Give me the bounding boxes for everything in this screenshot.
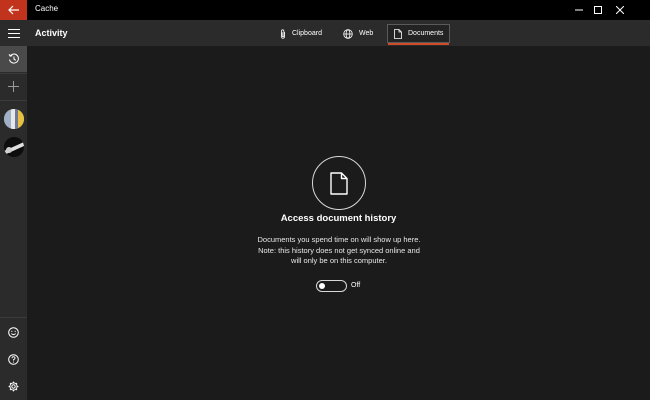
history-button[interactable]	[0, 46, 27, 72]
arrow-left-icon	[7, 5, 19, 15]
menu-button[interactable]	[0, 20, 27, 46]
empty-state-heading: Access document history	[280, 213, 397, 224]
app-title: Cache	[35, 4, 59, 13]
tab-documents[interactable]: Documents	[387, 24, 451, 45]
globe-icon	[343, 28, 353, 39]
tab-selected-indicator	[388, 43, 450, 45]
tab-label: Clipboard	[292, 30, 322, 37]
document-illustration	[312, 156, 366, 210]
help-button[interactable]	[0, 346, 27, 372]
close-icon	[616, 6, 624, 14]
gear-icon	[8, 381, 19, 391]
feedback-button[interactable]	[0, 319, 27, 345]
settings-button[interactable]	[0, 373, 27, 399]
page-title: Activity	[35, 28, 68, 38]
maximize-button[interactable]	[587, 0, 609, 20]
main-content: Access document history Documents you sp…	[27, 46, 650, 400]
toggle-knob	[319, 283, 325, 289]
left-rail	[0, 20, 27, 400]
header-bar: Activity Clipboard Web Documents	[27, 20, 650, 46]
minimize-icon	[575, 9, 583, 11]
add-button[interactable]	[0, 73, 27, 99]
smiley-icon	[8, 326, 19, 338]
help-icon	[8, 353, 19, 365]
title-bar: Cache	[0, 0, 650, 20]
tab-label: Documents	[408, 30, 444, 37]
document-icon	[330, 171, 348, 195]
back-button[interactable]	[0, 0, 27, 20]
avatar-image	[4, 137, 24, 157]
rail-divider	[0, 317, 27, 318]
document-icon	[394, 28, 402, 39]
document-history-toggle[interactable]	[316, 280, 347, 292]
toggle-state-label: Off	[351, 282, 361, 289]
maximize-icon	[594, 6, 602, 14]
paperclip-icon	[280, 28, 286, 39]
avatar[interactable]	[4, 109, 24, 129]
avatar-image	[4, 109, 24, 129]
tab-label: Web	[359, 30, 374, 37]
plus-icon	[8, 80, 19, 92]
avatar[interactable]	[4, 137, 24, 157]
empty-state-description: Documents you spend time on will show up…	[257, 235, 421, 265]
tab-clipboard[interactable]: Clipboard	[274, 24, 328, 43]
tab-web[interactable]: Web	[337, 24, 379, 43]
hamburger-menu-icon	[7, 28, 20, 38]
close-button[interactable]	[609, 0, 631, 20]
rail-divider	[0, 100, 27, 101]
history-icon	[8, 53, 19, 64]
